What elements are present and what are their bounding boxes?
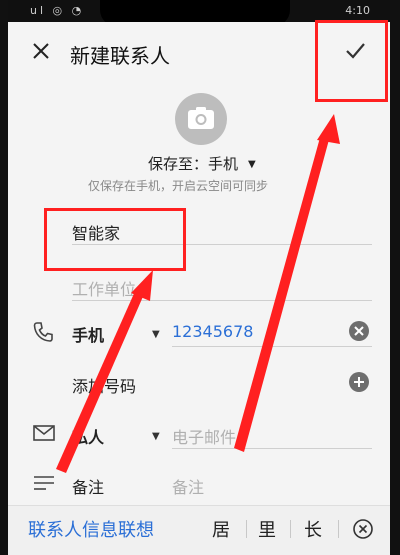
arrow-to-name bbox=[56, 289, 145, 473]
annotation-arrows bbox=[56, 114, 340, 473]
arrow-to-confirm-head bbox=[317, 114, 340, 144]
phone-screen: ul ◎ ◔ 4:10 新建联系人 保存至：手机 ▼ 仅保存在手机，开启云空间可同… bbox=[0, 0, 400, 555]
phone-bezel-right bbox=[390, 0, 400, 555]
arrow-to-confirm bbox=[234, 134, 330, 452]
phone-bezel-left bbox=[0, 0, 8, 555]
